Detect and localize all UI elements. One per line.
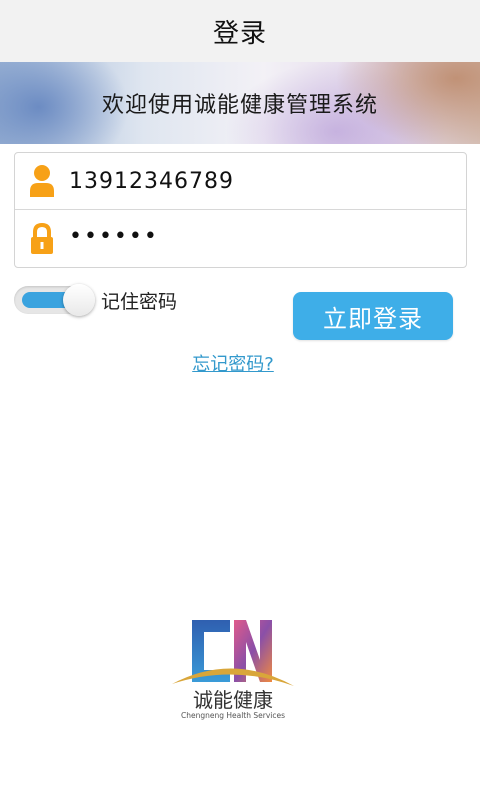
remember-password-toggle[interactable]: [14, 282, 95, 318]
phone-row: 13912346789: [15, 153, 466, 210]
forgot-password-label: 忘记密码?: [192, 354, 274, 375]
lock-icon: [15, 210, 69, 267]
password-field[interactable]: ••••••: [69, 224, 159, 249]
brand-subtitle: Chengneng Health Services: [180, 711, 286, 720]
forgot-password-link[interactable]: 忘记密码?: [0, 350, 466, 376]
title-bar: 登录: [0, 0, 480, 62]
toggle-knob[interactable]: [63, 284, 95, 316]
user-icon: [15, 153, 69, 210]
welcome-banner: 欢迎使用诚能健康管理系统: [0, 62, 480, 144]
login-button[interactable]: 立即登录: [293, 292, 453, 340]
login-form: 13912346789 ••••••: [14, 152, 467, 268]
page-title: 登录: [212, 18, 267, 49]
brand-name: 诚能健康: [193, 688, 273, 712]
phone-field[interactable]: 13912346789: [69, 169, 234, 194]
remember-password-label: 记住密码: [101, 291, 178, 313]
login-button-label: 立即登录: [323, 304, 423, 333]
welcome-text: 欢迎使用诚能健康管理系统: [101, 93, 378, 118]
password-row: ••••••: [15, 210, 466, 267]
